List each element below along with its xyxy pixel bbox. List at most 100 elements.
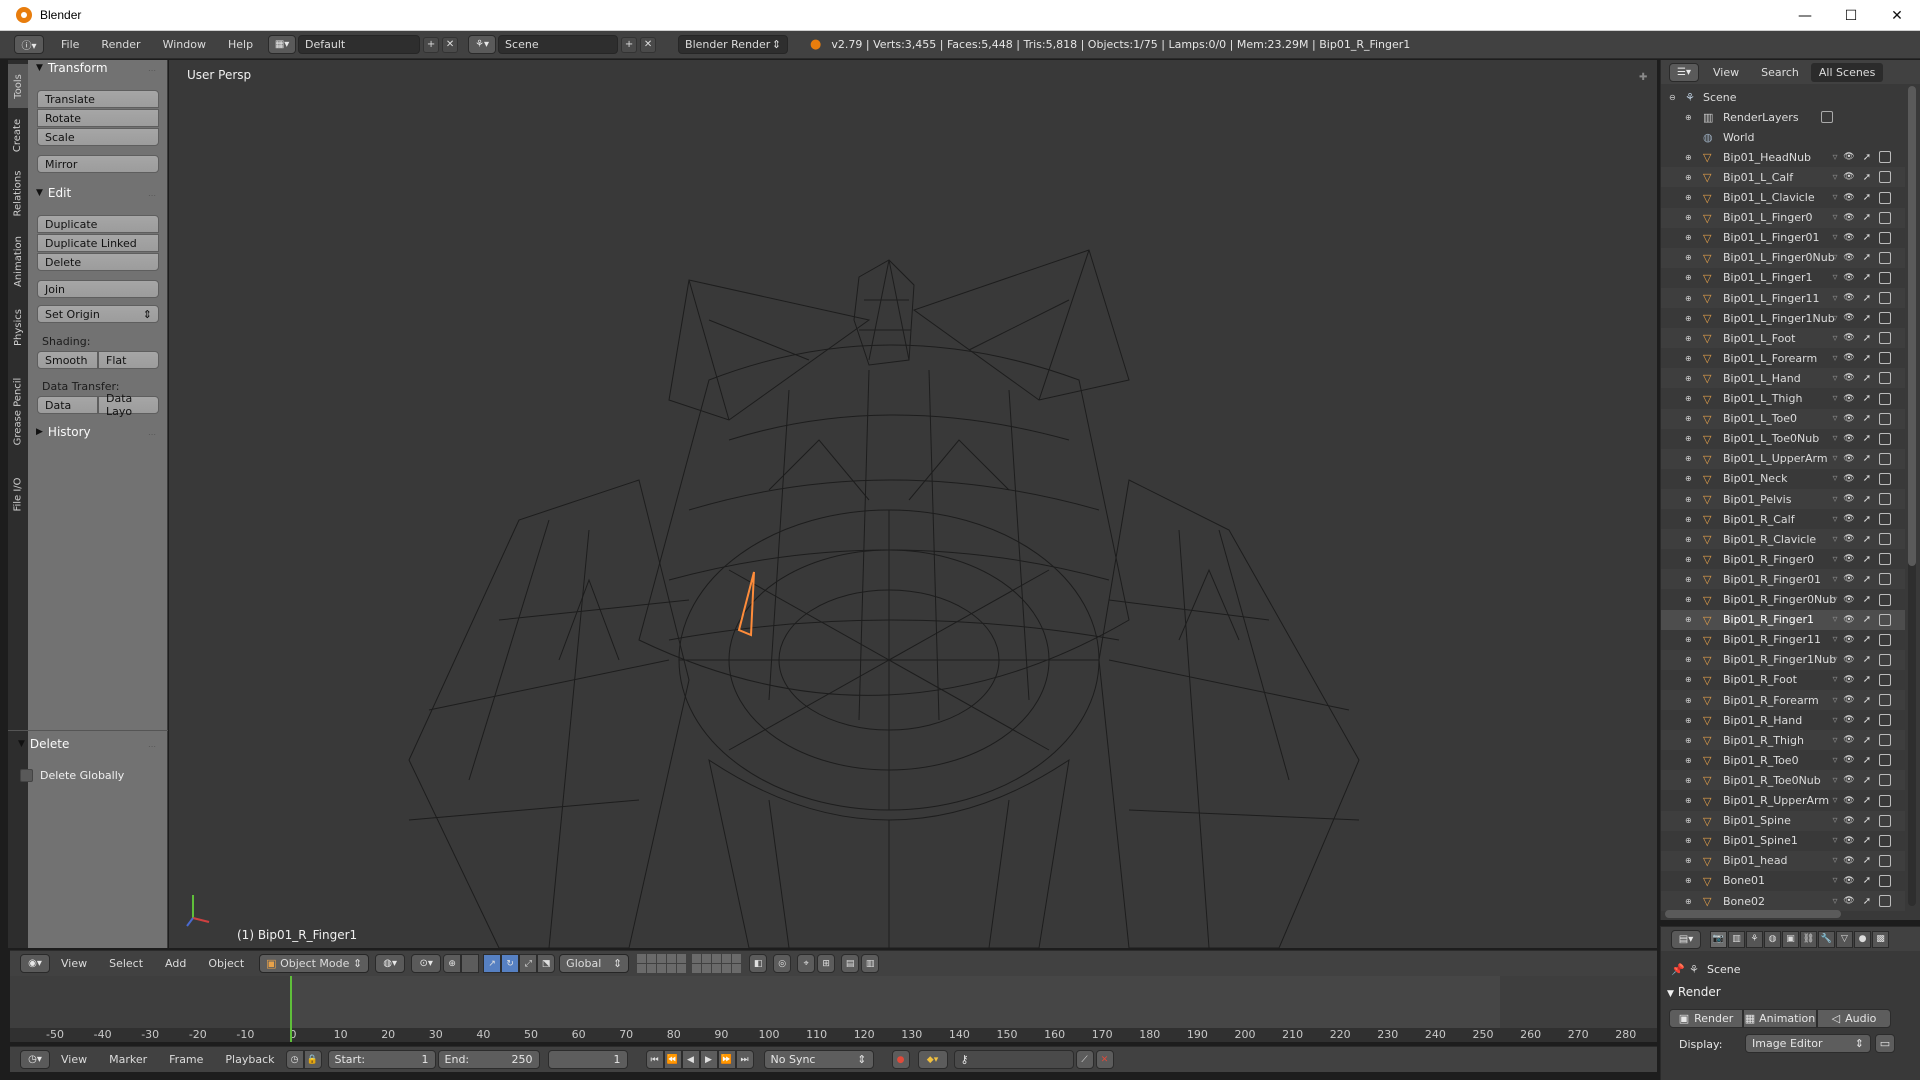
renderability-camera-icon[interactable] xyxy=(1879,553,1891,566)
visibility-eye-icon[interactable]: 👁 xyxy=(1843,754,1855,766)
visibility-eye-icon[interactable]: 👁 xyxy=(1843,272,1855,284)
layer-buttons-2[interactable] xyxy=(692,954,742,973)
renderability-camera-icon[interactable] xyxy=(1879,714,1891,727)
mesh-data-icon[interactable]: ▿ xyxy=(1829,513,1841,525)
mesh-data-icon[interactable]: ▿ xyxy=(1829,232,1841,244)
renderability-camera-icon[interactable] xyxy=(1879,432,1891,445)
mesh-data-icon[interactable]: ▿ xyxy=(1829,151,1841,163)
minimize-button[interactable]: — xyxy=(1782,0,1828,31)
selectability-cursor-icon[interactable]: ➚ xyxy=(1861,212,1873,224)
expand-toggle-icon[interactable]: ⊕ xyxy=(1685,535,1692,544)
set-origin-dropdown[interactable]: Set Origin ⇕ xyxy=(37,305,159,323)
renderability-camera-icon[interactable] xyxy=(1879,633,1891,646)
expand-toggle-icon[interactable]: ⊕ xyxy=(1685,756,1692,765)
visibility-eye-icon[interactable]: 👁 xyxy=(1843,312,1855,324)
visibility-eye-icon[interactable]: 👁 xyxy=(1843,372,1855,384)
selectability-cursor-icon[interactable]: ➚ xyxy=(1861,694,1873,706)
selectability-cursor-icon[interactable]: ➚ xyxy=(1861,272,1873,284)
expand-toggle-icon[interactable]: ⊕ xyxy=(1685,374,1692,383)
outliner-world-row[interactable]: ◍ World xyxy=(1661,127,1905,147)
lock-time-icon[interactable]: 🔒 xyxy=(303,1050,322,1069)
renderability-camera-icon[interactable] xyxy=(1879,271,1891,284)
add-scene-icon[interactable]: + xyxy=(621,36,638,53)
renderability-camera-icon[interactable] xyxy=(1879,774,1891,787)
renderability-camera-icon[interactable] xyxy=(1879,533,1891,546)
expand-toggle-icon[interactable]: ⊕ xyxy=(1685,213,1692,222)
timeline-menu-playback[interactable]: Playback xyxy=(214,1053,285,1066)
outliner-object-row[interactable]: ⊕ ▽ Bip01_L_Calf ▿ 👁 ➚ xyxy=(1661,167,1905,188)
outliner-object-row[interactable]: ⊕ ▽ Bip01_HeadNub ▿ 👁 ➚ xyxy=(1661,147,1905,167)
renderability-camera-icon[interactable] xyxy=(1879,292,1891,304)
outliner-object-row[interactable]: ⊕ ▽ Bip01_R_Clavicle ▿ 👁 ➚ xyxy=(1661,529,1905,550)
remove-scene-icon[interactable]: ✕ xyxy=(640,36,657,53)
join-button[interactable]: Join xyxy=(37,280,159,298)
mesh-data-icon[interactable]: ▿ xyxy=(1829,674,1841,686)
visibility-eye-icon[interactable]: 👁 xyxy=(1843,734,1855,746)
visibility-eye-icon[interactable]: 👁 xyxy=(1843,553,1855,565)
menu-window[interactable]: Window xyxy=(152,38,217,51)
selectability-cursor-icon[interactable]: ➚ xyxy=(1861,372,1873,384)
visibility-eye-icon[interactable]: 👁 xyxy=(1843,774,1855,786)
renderability-camera-icon[interactable] xyxy=(1879,412,1891,425)
selectability-cursor-icon[interactable]: ➚ xyxy=(1861,553,1873,565)
mesh-data-icon[interactable]: ▿ xyxy=(1829,453,1841,465)
expand-toggle-icon[interactable]: ⊕ xyxy=(1685,655,1692,664)
selectability-cursor-icon[interactable]: ➚ xyxy=(1861,614,1873,626)
selectability-cursor-icon[interactable]: ➚ xyxy=(1861,192,1873,204)
outliner-object-row[interactable]: ⊕ ▽ Bip01_L_Forearm ▿ 👁 ➚ xyxy=(1661,348,1905,368)
add-layout-icon[interactable]: + xyxy=(423,36,440,53)
selectability-cursor-icon[interactable]: ➚ xyxy=(1861,413,1873,425)
layer-buttons[interactable] xyxy=(637,954,687,973)
outliner-object-row[interactable]: ⊕ ▽ Bip01_head ▿ 👁 ➚ xyxy=(1661,850,1905,871)
renderability-camera-icon[interactable] xyxy=(1879,392,1891,405)
expand-toggle-icon[interactable]: ⊕ xyxy=(1685,434,1692,443)
selectability-cursor-icon[interactable]: ➚ xyxy=(1861,815,1873,827)
tab-file-io[interactable]: File I/O xyxy=(8,466,28,522)
renderability-camera-icon[interactable] xyxy=(1879,814,1891,827)
outliner-object-row[interactable]: ⊕ ▽ Bip01_L_Toe0 ▿ 👁 ➚ xyxy=(1661,408,1905,429)
mesh-data-icon[interactable]: ▿ xyxy=(1829,754,1841,766)
visibility-eye-icon[interactable]: 👁 xyxy=(1843,433,1855,445)
translate-manipulator-icon[interactable]: ↗ xyxy=(483,954,502,973)
expand-toggle-icon[interactable]: ⊕ xyxy=(1685,856,1692,865)
mesh-data-icon[interactable]: ▿ xyxy=(1829,272,1841,284)
scene-tab-icon[interactable]: ⚘ xyxy=(1746,930,1763,948)
renderability-camera-icon[interactable] xyxy=(1879,231,1891,244)
expand-toggle-icon[interactable]: ⊕ xyxy=(1685,193,1692,202)
selectability-cursor-icon[interactable]: ➚ xyxy=(1861,533,1873,545)
renderability-camera-icon[interactable] xyxy=(1879,593,1891,606)
renderability-camera-icon[interactable] xyxy=(1879,513,1891,526)
rotate-manipulator-icon[interactable]: ↻ xyxy=(501,954,520,973)
visibility-eye-icon[interactable]: 👁 xyxy=(1843,533,1855,545)
visibility-eye-icon[interactable]: 👁 xyxy=(1843,573,1855,585)
visibility-eye-icon[interactable]: 👁 xyxy=(1843,252,1855,264)
outliner-object-row[interactable]: ⊕ ▽ Bip01_L_Finger11 ▿ 👁 ➚ xyxy=(1661,288,1905,308)
editor-type-outliner-icon[interactable]: ☰▾ xyxy=(1669,62,1699,82)
outliner-scrollbar[interactable] xyxy=(1908,86,1916,906)
menu-view[interactable]: View xyxy=(50,957,98,970)
expand-toggle-icon[interactable]: ⊕ xyxy=(1685,233,1692,242)
sync-mode-dropdown[interactable]: No Sync ⇕ xyxy=(763,1050,874,1069)
selectability-cursor-icon[interactable]: ➚ xyxy=(1861,654,1873,666)
selectability-cursor-icon[interactable]: ➚ xyxy=(1861,734,1873,746)
mesh-data-icon[interactable]: ▿ xyxy=(1829,815,1841,827)
outliner-object-row[interactable]: ⊕ ▽ Bone02 ▿ 👁 ➚ xyxy=(1661,891,1905,911)
mesh-data-icon[interactable]: ▿ xyxy=(1829,332,1841,344)
close-button[interactable]: ✕ xyxy=(1874,0,1920,31)
expand-toggle-icon[interactable]: ⊕ xyxy=(1685,736,1692,745)
render-image-button[interactable]: ▣ Render xyxy=(1669,1009,1743,1028)
opengl-animation-icon[interactable]: ▥ xyxy=(861,954,880,973)
panel-header-history[interactable]: ▶ History xyxy=(36,425,91,439)
outliner-object-row[interactable]: ⊕ ▽ Bip01_R_Hand ▿ 👁 ➚ xyxy=(1661,710,1905,730)
pivot-point-icon[interactable]: ⊙▾ xyxy=(411,954,442,973)
smooth-button[interactable]: Smooth xyxy=(37,351,98,369)
world-tab-icon[interactable]: ◍ xyxy=(1764,930,1781,948)
outliner-object-row[interactable]: ⊕ ▽ Bip01_L_Finger1 ▿ 👁 ➚ xyxy=(1661,268,1905,288)
selectability-cursor-icon[interactable]: ➚ xyxy=(1861,895,1873,907)
timeline-menu-frame[interactable]: Frame xyxy=(158,1053,214,1066)
visibility-eye-icon[interactable]: 👁 xyxy=(1843,212,1855,224)
selectability-cursor-icon[interactable]: ➚ xyxy=(1861,795,1873,807)
mesh-data-icon[interactable]: ▿ xyxy=(1829,533,1841,545)
expand-toggle-icon[interactable]: ⊕ xyxy=(1685,253,1692,262)
preview-range-icon[interactable]: ◷ xyxy=(285,1050,304,1069)
